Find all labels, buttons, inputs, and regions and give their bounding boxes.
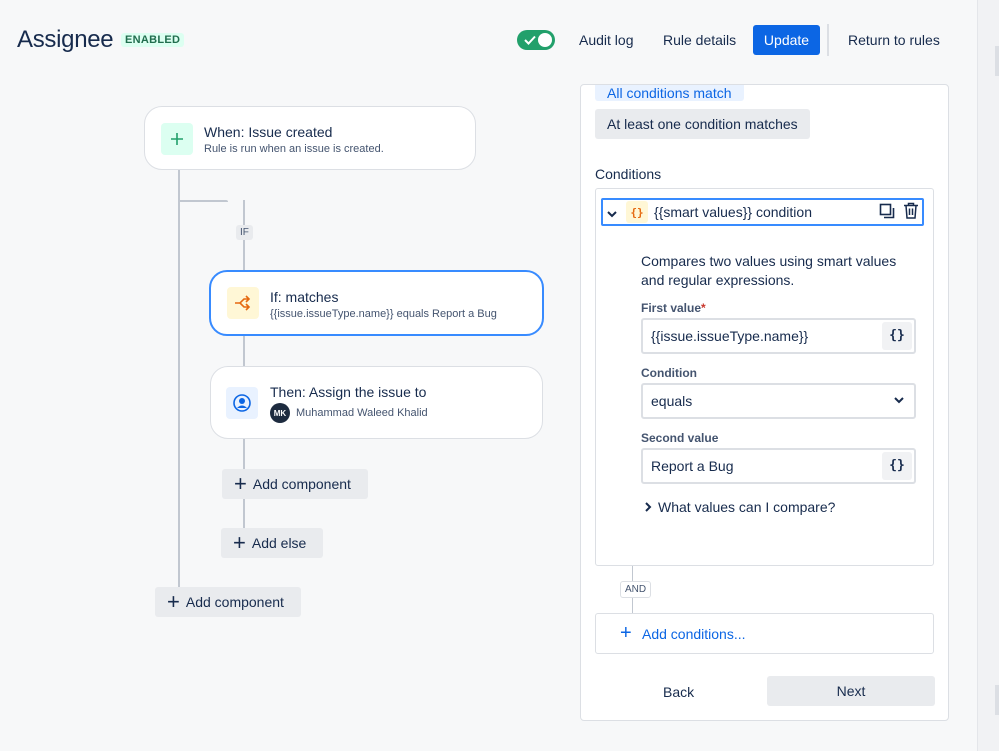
first-value-label-text: First value bbox=[641, 301, 702, 315]
condition-config-panel: All conditions match At least one condit… bbox=[580, 84, 949, 721]
condition-title: If: matches bbox=[270, 289, 339, 305]
status-badge: ENABLED bbox=[121, 33, 185, 47]
back-button[interactable]: Back bbox=[663, 684, 694, 700]
trigger-card[interactable]: When: Issue created Rule is run when an … bbox=[144, 106, 476, 170]
and-tag: AND bbox=[620, 581, 652, 598]
return-to-rules-button[interactable]: Return to rules bbox=[838, 25, 950, 55]
chevron-right-icon bbox=[645, 502, 652, 512]
right-gutter bbox=[977, 0, 999, 751]
what-values-expander[interactable]: What values can I compare? bbox=[644, 499, 835, 515]
add-component-label: Add component bbox=[185, 594, 284, 610]
plus-icon: + bbox=[167, 589, 180, 614]
if-tag: IF bbox=[236, 225, 253, 240]
condition-label: {{smart values}} condition bbox=[654, 204, 812, 220]
second-value-label: Second value bbox=[641, 431, 719, 445]
plus-icon bbox=[161, 123, 193, 155]
add-component-label: Add component bbox=[252, 476, 351, 492]
condition-select[interactable]: equals bbox=[641, 383, 916, 419]
trigger-subtitle: Rule is run when an issue is created. bbox=[204, 143, 384, 155]
condition-field-label: Condition bbox=[641, 366, 697, 380]
smart-value-button[interactable]: {} bbox=[882, 322, 912, 350]
condition-card[interactable]: If: matches {{issue.issueType.name}} equ… bbox=[209, 270, 544, 336]
trigger-title: When: Issue created bbox=[204, 124, 333, 140]
plus-icon: + bbox=[620, 622, 632, 644]
condition-description: Compares two values using smart values a… bbox=[641, 253, 897, 288]
chevron-down-icon[interactable] bbox=[607, 204, 617, 222]
user-icon bbox=[226, 387, 258, 419]
plus-icon: + bbox=[233, 530, 246, 555]
audit-log-button[interactable]: Audit log bbox=[569, 25, 643, 55]
check-icon bbox=[524, 35, 536, 45]
first-value-input[interactable]: {{issue.issueType.name}} {} bbox=[641, 318, 916, 354]
add-conditions-label: Add conditions... bbox=[642, 626, 746, 642]
second-value-text: Report a Bug bbox=[651, 458, 734, 474]
action-card[interactable]: Then: Assign the issue to MK Muhammad Wa… bbox=[210, 366, 543, 439]
add-else-button[interactable]: + Add else bbox=[221, 528, 323, 558]
rule-enabled-toggle[interactable] bbox=[517, 30, 555, 50]
add-component-inner-button[interactable]: + Add component bbox=[222, 469, 368, 499]
condition-subtitle: {{issue.issueType.name}} equals Report a… bbox=[270, 308, 497, 320]
what-values-label: What values can I compare? bbox=[658, 499, 836, 515]
copy-icon[interactable] bbox=[879, 203, 895, 219]
condition-select-value: equals bbox=[651, 393, 693, 409]
toggle-knob bbox=[538, 33, 552, 47]
plus-icon: + bbox=[234, 471, 247, 496]
code-icon: {} bbox=[626, 201, 648, 223]
required-mark: * bbox=[701, 301, 706, 315]
assignee-name: Muhammad Waleed Khalid bbox=[296, 407, 428, 419]
page-title: Assignee bbox=[17, 26, 114, 53]
add-else-label: Add else bbox=[251, 535, 307, 551]
smart-value-button[interactable]: {} bbox=[882, 452, 912, 480]
first-value-label: First value* bbox=[641, 301, 706, 315]
header-divider bbox=[827, 24, 829, 56]
update-button[interactable]: Update bbox=[753, 25, 820, 55]
rule-details-button[interactable]: Rule details bbox=[653, 25, 746, 55]
gutter-mark bbox=[995, 46, 999, 76]
condition-header[interactable]: {} {{smart values}} condition bbox=[601, 198, 924, 226]
all-conditions-option[interactable]: All conditions match bbox=[595, 85, 744, 101]
action-title: Then: Assign the issue to bbox=[270, 384, 427, 400]
add-conditions-button[interactable]: + Add conditions... bbox=[595, 613, 934, 654]
second-value-input[interactable]: Report a Bug {} bbox=[641, 448, 916, 484]
conditions-heading: Conditions bbox=[595, 166, 662, 182]
first-value-text: {{issue.issueType.name}} bbox=[651, 328, 809, 344]
add-component-outer-button[interactable]: + Add component bbox=[155, 587, 301, 617]
next-button[interactable]: Next bbox=[767, 676, 935, 706]
flow-line-main bbox=[178, 170, 180, 602]
avatar: MK bbox=[270, 403, 290, 423]
flow-line-branch bbox=[178, 200, 228, 202]
chevron-down-icon bbox=[894, 385, 904, 417]
trash-icon[interactable] bbox=[903, 202, 919, 219]
condition-item: {} {{smart values}} condition Compares t… bbox=[595, 188, 934, 566]
gutter-mark bbox=[995, 685, 999, 715]
branch-icon bbox=[227, 287, 259, 319]
one-condition-option[interactable]: At least one condition matches bbox=[595, 109, 810, 139]
